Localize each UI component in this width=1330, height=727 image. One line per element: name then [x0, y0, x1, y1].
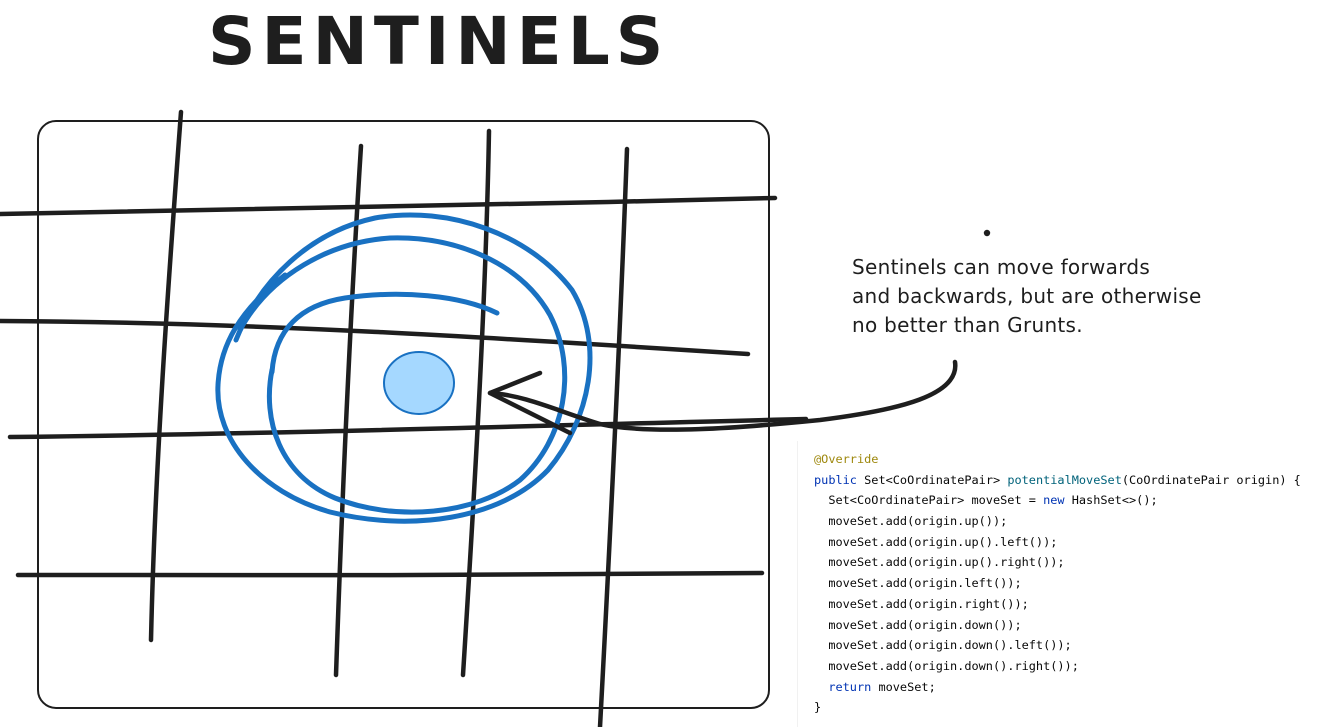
sentinel-piece	[383, 351, 455, 415]
code-block: @Override public Set<CoOrdinatePair> pote…	[814, 449, 1301, 718]
stray-dot	[983, 229, 991, 237]
code-token: moveSet.add(origin.down().right());	[814, 658, 1079, 673]
code-token: public	[814, 472, 865, 487]
code-token: @Override	[814, 452, 879, 466]
code-token: moveSet.add(origin.up().right());	[814, 555, 1065, 570]
code-line: moveSet.add(origin.up());	[814, 511, 1301, 532]
code-line: moveSet.add(origin.left());	[814, 573, 1301, 594]
annotation-line: and backwards, but are otherwise	[852, 284, 1202, 308]
code-line: moveSet.add(origin.right());	[814, 594, 1301, 615]
code-line: }	[814, 697, 1301, 718]
code-token: moveSet.add(origin.down());	[814, 617, 1022, 632]
code-line: moveSet.add(origin.up().right());	[814, 552, 1301, 573]
code-token: moveSet.add(origin.left());	[814, 576, 1022, 591]
code-line: Set<CoOrdinatePair> moveSet = new HashSe…	[814, 490, 1301, 511]
grid-line-v1	[148, 109, 184, 643]
annotation-line: no better than Grunts.	[852, 313, 1083, 337]
annotation-line: Sentinels can move forwards	[852, 255, 1151, 279]
code-snippet-panel: @Override public Set<CoOrdinatePair> pote…	[797, 441, 1330, 727]
code-token: return	[828, 679, 879, 694]
code-line: moveSet.add(origin.down().right());	[814, 656, 1301, 677]
code-token: HashSet<>();	[1071, 493, 1158, 508]
grid-line-h4	[15, 570, 765, 578]
code-line: return moveSet;	[814, 677, 1301, 698]
code-line: moveSet.add(origin.up().left());	[814, 532, 1301, 553]
code-line: moveSet.add(origin.down().left());	[814, 635, 1301, 656]
code-line: moveSet.add(origin.down());	[814, 615, 1301, 636]
code-token: }	[814, 700, 822, 715]
code-token: moveSet.add(origin.down().left());	[814, 638, 1072, 653]
grid-line-h1	[0, 195, 778, 217]
code-token: moveSet.add(origin.up().left());	[814, 534, 1058, 549]
grid-line-v4	[597, 146, 630, 727]
grid-line-h2	[0, 318, 751, 357]
code-line: public Set<CoOrdinatePair> potentialMove…	[814, 470, 1301, 491]
code-line: @Override	[814, 449, 1301, 470]
annotation-text: Sentinels can move forwards and backward…	[852, 253, 1272, 340]
code-token: moveSet;	[878, 679, 936, 694]
code-token: (CoOrdinatePair origin) {	[1121, 472, 1301, 487]
code-token: moveSet.add(origin.up());	[814, 514, 1008, 529]
code-token: Set<CoOrdinatePair> moveSet =	[814, 493, 1044, 508]
code-token: Set<CoOrdinatePair>	[864, 472, 1008, 487]
code-token: new	[1043, 493, 1072, 508]
grid-line-v3	[460, 128, 492, 678]
code-token: moveSet.add(origin.right());	[814, 596, 1029, 611]
code-token: potentialMoveSet	[1007, 472, 1122, 487]
whiteboard-canvas: SENTINELS Sentinels can move forwards an…	[0, 0, 1330, 727]
